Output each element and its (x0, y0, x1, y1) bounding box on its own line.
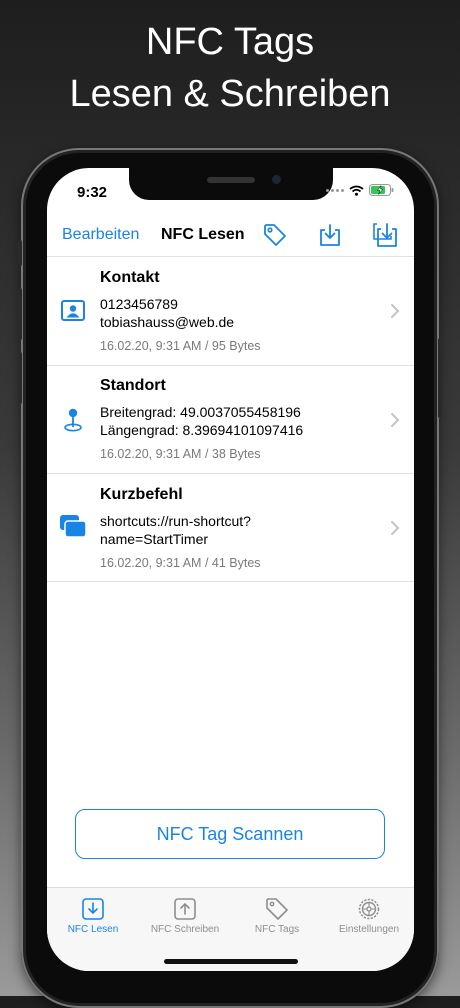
promo-headline-line2: Lesen & Schreiben (69, 73, 391, 115)
record-line: Längengrad: 8.39694101097416 (100, 422, 304, 438)
location-pin-icon (64, 408, 82, 432)
earpiece-speaker (207, 177, 255, 183)
record-title: Kurzbefehl (100, 486, 183, 503)
upload-tray-icon (174, 898, 196, 920)
shortcuts-icon (60, 515, 87, 538)
record-meta: 16.02.20, 9:31 AM / 41 Bytes (100, 556, 261, 570)
edit-button[interactable]: Bearbeiten (62, 226, 139, 244)
scan-nfc-tag-button[interactable]: NFC Tag Scannen (75, 809, 385, 859)
page-title: NFC Lesen (161, 226, 245, 243)
tab-label: NFC Lesen (67, 924, 119, 935)
tag-icon[interactable] (262, 222, 288, 248)
import-stack-icon[interactable] (371, 222, 397, 248)
navigation-bar: Bearbeiten NFC Lesen (47, 216, 414, 256)
chevron-right-icon (391, 521, 400, 535)
list-item-standort[interactable]: Standort Breitengrad: 49.0037055458196 L… (47, 366, 414, 474)
tab-einstellungen[interactable]: Einstellungen (323, 888, 414, 948)
battery-charging-icon (369, 184, 394, 196)
record-line: 0123456789 (100, 296, 178, 312)
record-meta: 16.02.20, 9:31 AM / 95 Bytes (100, 339, 261, 353)
wifi-icon (349, 185, 364, 196)
status-time: 9:32 (77, 184, 108, 201)
home-indicator (164, 959, 298, 964)
tag-icon (266, 898, 288, 920)
record-title: Kontakt (100, 269, 160, 286)
tab-label: NFC Tags (254, 924, 300, 935)
notch (129, 168, 333, 200)
tab-label: Einstellungen (338, 924, 400, 935)
record-line: shortcuts://run-shortcut? (100, 513, 251, 529)
list-item-kontakt[interactable]: Kontakt 0123456789 tobiashauss@web.de 16… (47, 257, 414, 365)
tab-bar: NFC Lesen NFC Schreiben NFC Tags Einstel… (47, 887, 414, 971)
divider (47, 581, 414, 582)
tab-label: NFC Schreiben (150, 924, 220, 935)
gear-icon (358, 898, 380, 920)
record-line: tobiashauss@web.de (100, 314, 235, 330)
promo-headline-line1: NFC Tags (145, 21, 315, 63)
status-indicators (326, 184, 394, 196)
front-camera (272, 175, 281, 184)
list-item-kurzbefehl[interactable]: Kurzbefehl shortcuts://run-shortcut? nam… (47, 474, 414, 582)
tab-nfc-lesen[interactable]: NFC Lesen (47, 888, 139, 948)
chevron-right-icon (391, 304, 400, 318)
chevron-right-icon (391, 413, 400, 427)
signal-dots-icon (326, 188, 344, 192)
download-tray-icon (82, 898, 104, 920)
record-line: Breitengrad: 49.0037055458196 (100, 404, 301, 420)
record-title: Standort (100, 377, 166, 394)
record-meta: 16.02.20, 9:31 AM / 38 Bytes (100, 447, 261, 461)
download-tray-icon[interactable] (317, 222, 343, 248)
app-screen: 9:32 Bearbeiten NFC Lesen Kontakt 012345… (47, 168, 414, 971)
record-line: name=StartTimer (100, 531, 209, 547)
tab-nfc-schreiben[interactable]: NFC Schreiben (139, 888, 231, 948)
tab-nfc-tags[interactable]: NFC Tags (231, 888, 323, 948)
contact-card-icon (61, 300, 85, 321)
